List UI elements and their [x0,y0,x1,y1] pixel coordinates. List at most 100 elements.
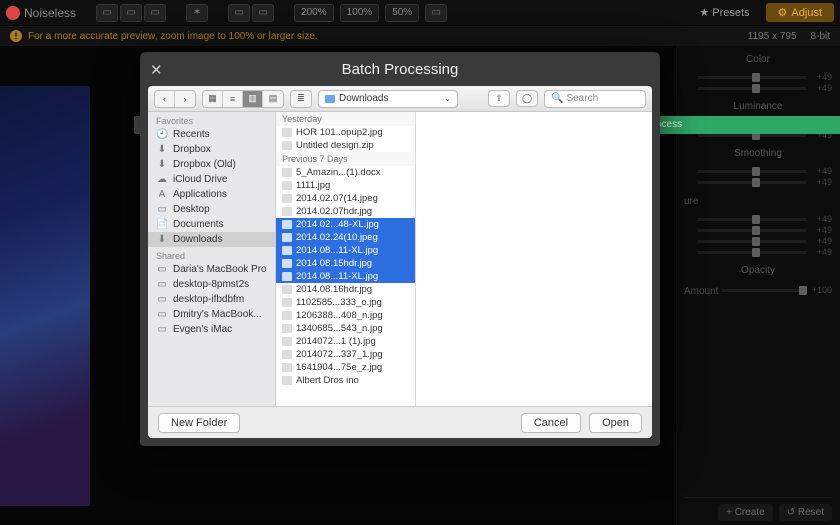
sidebar-item-icon: ☁ [156,174,168,185]
file-row[interactable]: 2014.08.16hdr.jpg [276,283,415,296]
file-name: 1340685...543_n.jpg [296,323,383,334]
adjust-button[interactable]: ⚙Adjust [766,3,834,22]
file-icon [282,128,292,137]
file-name: 1641904...75e_z.jpg [296,362,382,373]
toolbar-open-icon[interactable]: ▭ [96,4,118,22]
new-folder-button[interactable]: New Folder [158,413,240,433]
sidebar-item-label: Dropbox (Old) [173,159,236,170]
toolbar-fit-icon[interactable]: ▭ [425,4,447,22]
file-row[interactable]: 1206388...408_n.jpg [276,309,415,322]
sidebar-item-icon: 📄 [156,219,168,230]
file-row[interactable]: 1641904...75e_z.jpg [276,361,415,374]
group-segment[interactable]: ≣ [290,90,312,108]
finder-sidebar: Favorites 🕘Recents⬇Dropbox⬇Dropbox (Old)… [148,112,276,406]
file-name: 2014.08...11-XL.jpg [296,245,378,256]
toolbar-shuffle-icon[interactable]: ✶ [186,4,208,22]
toolbar-export-icon[interactable]: ▭ [144,4,166,22]
file-row[interactable]: 2014.08...11-XL.jpg [276,270,415,283]
sidebar-item-icon: ▭ [156,309,168,320]
file-row[interactable]: 5_Amazin...(1).docx [276,166,415,179]
sidebar-item[interactable]: ▭Dmitry's MacBook... [148,307,275,322]
sidebar-item[interactable]: AApplications [148,187,275,202]
file-row[interactable]: Albert Dros ino [276,374,415,387]
file-name: 1206388...408_n.jpg [296,310,383,321]
preview-column [416,112,652,406]
sidebar-item[interactable]: 📄Documents [148,217,275,232]
app-title: Noiseless [6,6,76,20]
sidebar-item[interactable]: ⬇Dropbox (Old) [148,157,275,172]
shared-header: Shared [148,247,275,262]
zoom-50[interactable]: 50% [385,4,419,22]
file-row[interactable]: 2014072...1 (1).jpg [276,335,415,348]
file-row[interactable]: 1340685...543_n.jpg [276,322,415,335]
tags-icon[interactable]: ◯ [516,90,538,107]
warning-text: For a more accurate preview, zoom image … [28,31,318,42]
file-row[interactable]: Untitled design.zip [276,139,415,152]
sidebar-item-icon: ▭ [156,264,168,275]
view-mode-segment[interactable]: ▦≡▥▤ [202,90,284,108]
file-name: 2014072...1 (1).jpg [296,336,376,347]
file-name: HOR 101..opup2.jpg [296,127,383,138]
file-name: 1102585...333_o.jpg [296,297,382,308]
sidebar-item-icon: ▭ [156,324,168,335]
sidebar-item-label: desktop-8pmst2s [173,279,249,290]
file-row[interactable]: 2014.02.07hdr.jpg [276,205,415,218]
file-list-column[interactable]: Yesterday HOR 101..opup2.jpgUntitled des… [276,112,416,406]
location-popup[interactable]: Downloads ⌄ [318,90,458,108]
app-logo-icon [6,6,20,20]
file-icon [282,168,292,177]
file-name: 2014.02.24(10.jpeg [296,232,378,243]
file-name: Albert Dros ino [296,375,359,386]
file-icon [282,298,292,307]
nav-back-forward[interactable]: ‹› [154,90,196,108]
file-icon [282,233,292,242]
sidebar-item-label: Applications [173,189,227,200]
sidebar-item-icon: ▭ [156,279,168,290]
sidebar-item[interactable]: ⬇Downloads [148,232,275,247]
sidebar-item[interactable]: ▭Evgen's iMac [148,322,275,337]
file-icon [282,194,292,203]
sidebar-item-label: Dropbox [173,144,211,155]
sidebar-item-icon: ▭ [156,204,168,215]
sidebar-item[interactable]: ▭desktop-ifbdbfm [148,292,275,307]
sidebar-item[interactable]: ☁iCloud Drive [148,172,275,187]
file-row[interactable]: 2014.02.24(10.jpeg [276,231,415,244]
toolbar-view2-icon[interactable]: ▭ [252,4,274,22]
open-button[interactable]: Open [589,413,642,433]
cancel-button[interactable]: Cancel [521,413,581,433]
toolbar-view1-icon[interactable]: ▭ [228,4,250,22]
toolbar-save-icon[interactable]: ▭ [120,4,142,22]
presets-button[interactable]: ★ Presets [689,4,759,21]
sidebar-item[interactable]: 🕘 Recents [148,127,275,142]
close-icon[interactable]: ✕ [150,61,163,79]
zoom-200[interactable]: 200% [294,4,334,22]
sidebar-item-icon: 🕘 [156,129,168,140]
file-icon [282,141,292,150]
app-topbar: Noiseless ▭ ▭ ▭ ✶ ▭ ▭ 200% 100% 50% ▭ ★ … [0,0,840,26]
file-name: 2014072...337_1.jpg [296,349,383,360]
sidebar-item-label: Desktop [173,204,210,215]
sidebar-item-label: Recents [173,129,210,140]
sidebar-item[interactable]: ▭ Desktop [148,202,275,217]
sidebar-item[interactable]: ▭Daria's MacBook Pro [148,262,275,277]
share-icon[interactable]: ⇪ [488,90,510,107]
file-name: 2014.08.15hdr.jpg [296,258,372,269]
file-row[interactable]: 2014.08...11-XL.jpg [276,244,415,257]
sidebar-item-label: Downloads [173,234,222,245]
sidebar-item[interactable]: ▭ desktop-8pmst2s [148,277,275,292]
file-row[interactable]: HOR 101..opup2.jpg [276,126,415,139]
chevron-down-icon: ⌄ [444,94,451,103]
process-button[interactable]: ocess [648,116,840,134]
file-icon [282,324,292,333]
sidebar-item-label: desktop-ifbdbfm [173,294,244,305]
file-row[interactable]: 1111.jpg [276,179,415,192]
file-row[interactable]: 2014.02...48-XL.jpg [276,218,415,231]
file-row[interactable]: 1102585...333_o.jpg [276,296,415,309]
finder-sheet: ‹› ▦≡▥▤ ≣ Downloads ⌄ ⇪ ◯ 🔍 Search Favor… [148,86,652,438]
file-row[interactable]: 2014.08.15hdr.jpg [276,257,415,270]
search-input[interactable]: 🔍 Search [544,90,646,108]
file-row[interactable]: 2014.02.07(14.jpeg [276,192,415,205]
sidebar-item[interactable]: ⬇Dropbox [148,142,275,157]
file-row[interactable]: 2014072...337_1.jpg [276,348,415,361]
zoom-100[interactable]: 100% [340,4,380,22]
